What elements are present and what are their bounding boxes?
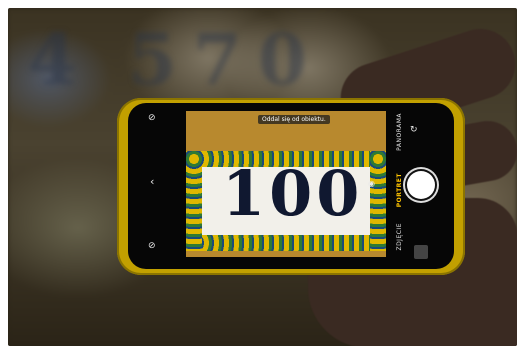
phone-screen: ⊘ ‹ ⊘ Oddal się od obiektu. 100 ◉ ↻ PANO… (128, 103, 454, 269)
mode-panorama[interactable]: PANORAMA (396, 113, 403, 151)
background-digit: 5 (128, 18, 177, 101)
tile-number: 100 (222, 157, 364, 230)
shutter-button[interactable] (407, 171, 435, 199)
background-digit: 0 (258, 18, 307, 101)
camera-viewfinder: Oddal się od obiektu. 100 ◉ (186, 111, 386, 257)
background-digit: 7 (193, 18, 242, 101)
zoom-icon[interactable]: ◉ (368, 179, 375, 188)
camera-hint: Oddal się od obiektu. (258, 115, 330, 124)
tile-border-bottom (186, 235, 386, 251)
background-digit: 4 (28, 18, 77, 101)
camera-mode-selector[interactable]: PANORAMA PORTRET ZDJĘCIE (396, 113, 408, 263)
chevron-left-icon[interactable]: ‹ (150, 175, 154, 188)
switch-camera-icon[interactable]: ↻ (410, 125, 418, 135)
live-photo-icon[interactable]: ⊘ (148, 241, 156, 251)
flash-icon[interactable]: ⊘ (148, 113, 156, 123)
tile-border-right (370, 151, 386, 251)
mode-portrait[interactable]: PORTRET (396, 173, 403, 207)
photo-thumbnail[interactable] (414, 245, 428, 259)
mode-photo[interactable]: ZDJĘCIE (396, 223, 403, 251)
tile-border-left (186, 151, 202, 251)
